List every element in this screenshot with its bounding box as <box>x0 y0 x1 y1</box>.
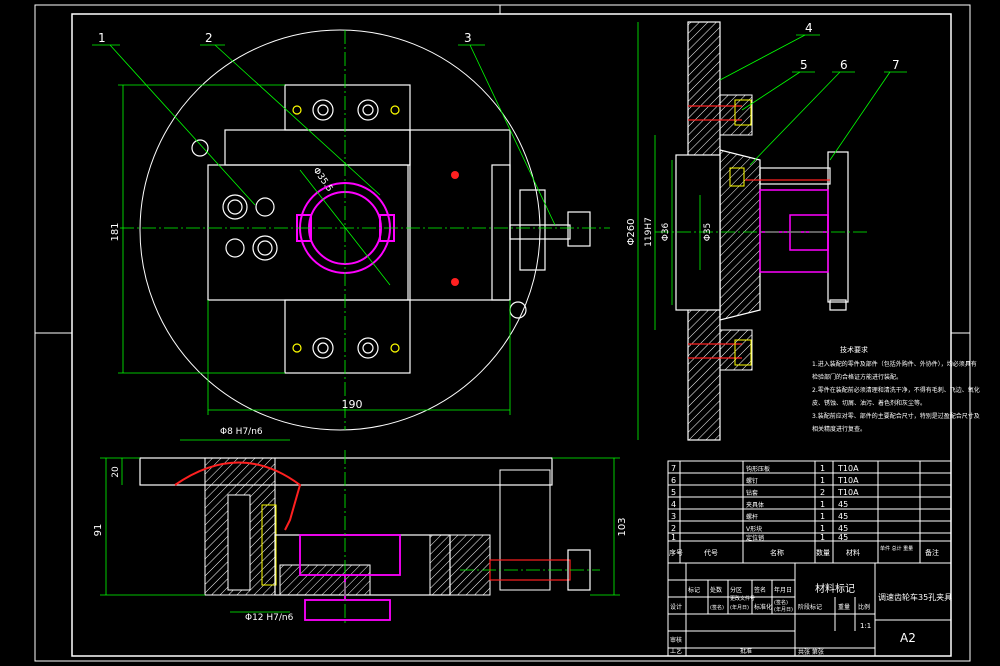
title-block-standard-sign: (签名) <box>774 599 788 606</box>
title-block-mark: 标记 <box>688 586 700 594</box>
bom-row-3-name: 螺杆 <box>746 513 758 521</box>
dim-bore-fit: 119H7 <box>644 217 654 247</box>
title-block-design: 设计 <box>670 603 682 611</box>
bom-header-qty: 数量 <box>816 548 830 557</box>
bom-header-material: 材料 <box>846 548 860 557</box>
bom-row-3-no: 3 <box>671 512 676 521</box>
title-block: 标记 处数 分区 更改文件号 签名 年月日 设计 (签名) (年月日) 标准化 … <box>667 562 952 657</box>
title-block-weight: 重量 <box>838 603 850 611</box>
notes-line-6: 相关精度进行复查。 <box>812 425 866 433</box>
balloons: 1 2 3 4 5 6 7 <box>92 21 907 226</box>
title-block-sheets: 共张 第张 <box>798 648 824 656</box>
title-block-process: 工艺 <box>670 647 682 655</box>
notes-line-4: 皮、锈蚀、切屑、油污、着色剂和灰尘等。 <box>812 399 926 407</box>
bom-row-1-qty: 1 <box>820 533 825 542</box>
bom-row-7-qty: 1 <box>820 464 825 473</box>
title-block-scale: 1:1 <box>860 622 871 630</box>
title-block-ratio: 比例 <box>858 603 870 611</box>
bom-row-4-name: 夹具体 <box>746 501 764 509</box>
bom-header-remark: 备注 <box>925 548 939 557</box>
dim-front-height: 91 <box>93 524 104 537</box>
bom-header-weight: 单件 总计 重量 <box>880 545 913 552</box>
title-block-standard: 标准化 <box>754 603 772 611</box>
dim-front-total: 103 <box>617 517 628 536</box>
bom-row-5-mat: T10A <box>837 488 859 497</box>
bom-row-4-qty: 1 <box>820 500 825 509</box>
title-block-date: 年月日 <box>774 586 792 594</box>
bom-row-7-mat: T10A <box>837 464 859 473</box>
title-block-design-sign: (签名) <box>710 604 724 611</box>
dim-front-thickness: 20 <box>111 466 121 478</box>
dim-flange-dia: Φ260 <box>626 219 637 246</box>
title-block-design-date: (年月日) <box>730 604 749 611</box>
title-block-zone: 分区 <box>730 586 742 594</box>
bom-row-5-name: 钻套 <box>746 489 758 497</box>
bom-row-1-no: 1 <box>671 533 676 542</box>
title-block-change-doc: 更改文件号 <box>730 595 755 602</box>
balloon-5: 5 <box>800 58 808 72</box>
bom-row-7-name: 钩形压板 <box>746 465 770 473</box>
balloon-1: 1 <box>98 31 106 45</box>
drawing-title: 调速齿轮车35孔夹具 <box>878 592 952 602</box>
turntable-circle <box>139 29 541 431</box>
notes-line-3: 2.零件在装配前必须清理和清洗干净，不得有毛刺、飞边、氧化 <box>812 386 980 394</box>
bom-header-no: 序号 <box>669 548 683 557</box>
notes-line-1: 1.进入装配的零件及部件（包括外购件、外协件），均必须具有 <box>812 360 977 368</box>
front-section-view: 91 20 103 Φ8 H7/n6 Φ12 H7/n6 <box>93 427 628 625</box>
bom-row-7-no: 7 <box>671 464 676 473</box>
notes-title: 技术要求 <box>840 345 868 354</box>
title-block-standard-date: (年月日) <box>774 606 793 613</box>
bom-row-3-qty: 1 <box>820 512 825 521</box>
title-block-signature: 签名 <box>754 586 766 594</box>
sheet-size: A2 <box>900 631 916 645</box>
title-block-material: 材料标记 <box>815 582 855 595</box>
title-block-approve: 批准 <box>740 647 752 655</box>
bom-row-5-no: 5 <box>671 488 676 497</box>
bom-row-4-no: 4 <box>671 500 676 509</box>
bom-row-2-mat: 45 <box>838 524 848 533</box>
balloon-4: 4 <box>805 21 813 35</box>
balloon-2: 2 <box>205 31 213 45</box>
title-block-review: 审核 <box>670 636 682 644</box>
bom-row-5-qty: 2 <box>820 488 825 497</box>
bom-row-2-name: V形块 <box>746 525 762 533</box>
dim-pilot-dia: Φ36 <box>661 222 671 241</box>
dim-pin-top: Φ8 H7/n6 <box>220 427 263 437</box>
bom-row-2-no: 2 <box>671 524 676 533</box>
cad-drawing-sheet: 190 181 Φ35.5 Φ260 119H7 Φ36 Φ35 91 20 1… <box>34 4 980 662</box>
dim-top-height: 181 <box>110 222 121 241</box>
dim-inner-dia: Φ35 <box>703 223 713 242</box>
bom-table: 7 钩形压板 1 T10A 6 螺钉 1 T10A 5 钻套 2 T10A 4 … <box>667 460 952 564</box>
bom-header-code: 代号 <box>704 548 718 557</box>
bom-row-6-mat: T10A <box>837 476 859 485</box>
bom-row-3-mat: 45 <box>838 512 848 521</box>
bom-row-6-no: 6 <box>671 476 676 485</box>
bom-row-6-qty: 1 <box>820 476 825 485</box>
title-block-stage: 阶段标记 <box>798 603 822 611</box>
title-block-count: 处数 <box>710 586 722 594</box>
bom-row-1-mat: 45 <box>838 533 848 542</box>
technical-notes: 技术要求 1.进入装配的零件及部件（包括外购件、外协件），均必须具有 检验部门的… <box>812 345 980 433</box>
top-view: 190 181 Φ35.5 <box>110 29 610 431</box>
bom-row-2-qty: 1 <box>820 524 825 533</box>
balloon-6: 6 <box>840 58 848 72</box>
bom-header-name: 名称 <box>770 548 784 557</box>
notes-line-5: 3.装配前应对零、部件的主要配合尺寸，特别是过盈配合尺寸及 <box>812 412 980 420</box>
bom-row-4-mat: 45 <box>838 500 848 509</box>
notes-line-2: 检验部门的合格证方能进行装配。 <box>812 373 902 381</box>
dim-top-width: 190 <box>342 398 363 411</box>
dim-pin-bottom: Φ12 H7/n6 <box>245 613 294 623</box>
bom-row-1-name: 定位销 <box>746 534 764 542</box>
bom-row-6-name: 螺钉 <box>746 477 758 485</box>
balloon-3: 3 <box>464 31 472 45</box>
balloon-7: 7 <box>892 58 900 72</box>
